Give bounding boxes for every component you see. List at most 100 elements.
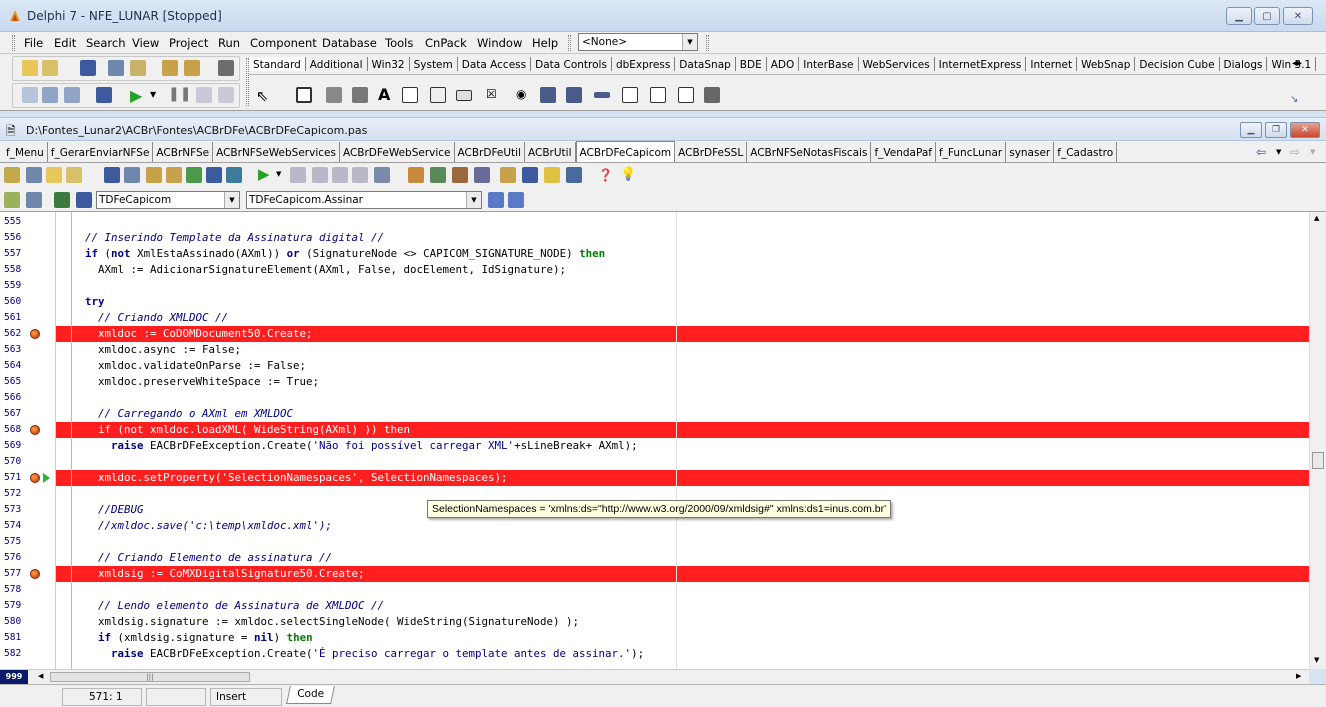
breakpoint-code-line[interactable]: xmldoc.setProperty('SelectionNamespaces'… <box>56 470 1309 486</box>
radio-button-icon[interactable]: ◉ <box>516 87 526 101</box>
palette-tab-dialogs[interactable]: Dialogs <box>1220 57 1268 71</box>
pointer-icon[interactable]: ⇖ <box>256 87 269 105</box>
tool-icon[interactable] <box>290 167 306 183</box>
code-line[interactable] <box>56 278 1309 294</box>
button-icon[interactable] <box>456 90 472 101</box>
menu-file[interactable]: File <box>24 36 43 50</box>
palette-tab-win32[interactable]: Win32 <box>368 57 410 71</box>
breakpoint-code-line[interactable]: xmldsig := CoMXDigitalSignature50.Create… <box>56 566 1309 582</box>
new-items-icon[interactable] <box>22 60 38 76</box>
label-icon[interactable]: A <box>378 85 390 104</box>
code-line[interactable] <box>56 214 1309 230</box>
menu-search[interactable]: Search <box>86 36 126 50</box>
palette-tab-internet[interactable]: Internet <box>1026 57 1078 71</box>
actionlist-icon[interactable] <box>704 87 720 103</box>
save-all-icon[interactable] <box>124 167 140 183</box>
code-line[interactable]: xmldsig.signature := xmldoc.selectSingle… <box>56 614 1309 630</box>
palette-tab-interbase[interactable]: InterBase <box>799 57 859 71</box>
tip-bulb-icon[interactable]: 💡 <box>620 167 636 182</box>
run-icon[interactable]: ▶ <box>258 165 270 183</box>
method-combo[interactable]: TDFeCapicom.Assinar ▼ <box>246 191 482 209</box>
palette-tab-dbexpress[interactable]: dbExpress <box>612 57 676 71</box>
tool-icon[interactable] <box>452 167 468 183</box>
back-arrow-icon[interactable]: ⇦ <box>1256 145 1266 159</box>
unit-tab[interactable]: ACBrUtil <box>525 142 576 162</box>
class-combo[interactable]: TDFeCapicom ▼ <box>96 191 240 209</box>
menu-project[interactable]: Project <box>169 36 208 50</box>
interface-icon[interactable] <box>54 192 70 208</box>
save-all-icon[interactable] <box>108 60 124 76</box>
palette-tab-datasnap[interactable]: DataSnap <box>675 57 736 71</box>
code-line[interactable]: // Lendo elemento de Assinatura de XMLDO… <box>56 598 1309 614</box>
tool-icon[interactable] <box>146 167 162 183</box>
code-line[interactable]: xmldoc.preserveWhiteSpace := True; <box>56 374 1309 390</box>
breakpoint-code-line[interactable]: if (not xmldoc.loadXML( WideString(AXml)… <box>56 422 1309 438</box>
implementation-icon[interactable] <box>76 192 92 208</box>
listbox-icon[interactable] <box>540 87 556 103</box>
menu-tools[interactable]: Tools <box>385 36 413 50</box>
breakpoint-icon[interactable] <box>30 569 40 579</box>
chevron-down-icon[interactable]: ▼ <box>466 192 481 208</box>
save-icon[interactable] <box>104 167 120 183</box>
frames-icon[interactable] <box>296 87 312 103</box>
palette-tab-data-access[interactable]: Data Access <box>458 57 532 71</box>
unit-tab-active[interactable]: ACBrDFeCapicom <box>575 141 676 162</box>
editor-close-button[interactable]: ✕ <box>1290 122 1320 138</box>
menu-help[interactable]: Help <box>532 36 558 50</box>
combobox-icon[interactable] <box>566 87 582 103</box>
editor-minimize-button[interactable]: ▁ <box>1240 122 1262 138</box>
code-line[interactable]: // Inserindo Template da Assinatura digi… <box>56 230 1309 246</box>
view-unit-icon[interactable] <box>22 87 38 103</box>
new-form-icon[interactable] <box>96 87 112 103</box>
code-line[interactable]: try <box>56 294 1309 310</box>
add-file-icon[interactable] <box>162 60 178 76</box>
horizontal-scrollbar[interactable]: 999 ◀ ||| ▶ <box>0 669 1309 684</box>
menu-view[interactable]: View <box>132 36 159 50</box>
code-line[interactable]: xmldoc.validateOnParse := False; <box>56 358 1309 374</box>
menu-window[interactable]: Window <box>477 36 522 50</box>
tool-icon[interactable] <box>500 167 516 183</box>
scrollbar-icon[interactable] <box>594 92 610 98</box>
tool-icon[interactable] <box>26 167 42 183</box>
desktop-config-combo[interactable]: <None> ▼ <box>578 33 698 51</box>
unit-tab[interactable]: f_VendaPaf <box>871 142 936 162</box>
palette-scroll-arrows-icon[interactable]: ◂▸ <box>1292 58 1302 69</box>
tool-icon[interactable] <box>408 167 424 183</box>
tool-icon[interactable] <box>430 167 446 183</box>
run-icon[interactable]: ▶ <box>130 86 142 105</box>
scroll-up-icon[interactable]: ▲ <box>1314 214 1319 222</box>
code-line[interactable]: raise EACBrDFeException.Create('Não foi … <box>56 438 1309 454</box>
palette-tab-decision-cube[interactable]: Decision Cube <box>1135 57 1220 71</box>
code-line[interactable]: AXml := AdicionarSignatureElement(AXml, … <box>56 262 1309 278</box>
tool-icon[interactable] <box>4 192 20 208</box>
tool-icon[interactable] <box>226 167 242 183</box>
tool-icon[interactable] <box>4 167 20 183</box>
chevron-down-icon[interactable]: ▼ <box>1310 148 1315 156</box>
palette-tab-websnap[interactable]: WebSnap <box>1077 57 1136 71</box>
tool-icon[interactable] <box>26 192 42 208</box>
unit-tab[interactable]: ACBrDFeSSL <box>675 142 748 162</box>
tool-icon[interactable] <box>566 167 582 183</box>
scrollbar-thumb[interactable]: ||| <box>50 672 250 682</box>
scroll-right-icon[interactable]: ▶ <box>1296 672 1301 680</box>
unit-tab[interactable]: f_Menu <box>0 142 48 162</box>
unit-tab[interactable]: ACBrNFSeNotasFiscais <box>747 142 872 162</box>
menu-cnpack[interactable]: CnPack <box>425 36 467 50</box>
tool-icon[interactable] <box>522 167 538 183</box>
save-icon[interactable] <box>80 60 96 76</box>
groupbox-icon[interactable] <box>622 87 638 103</box>
close-button[interactable]: ✕ <box>1283 7 1313 25</box>
toggle-form-unit-icon[interactable] <box>64 87 80 103</box>
palette-tab-internetexpress[interactable]: InternetExpress <box>935 57 1027 71</box>
unit-tab[interactable]: synaser <box>1006 142 1055 162</box>
unit-tab[interactable]: ACBrDFeUtil <box>455 142 526 162</box>
code-line[interactable]: // Criando XMLDOC // <box>56 310 1309 326</box>
code-line[interactable]: // Carregando o AXml em XMLDOC <box>56 406 1309 422</box>
menu-run[interactable]: Run <box>218 36 240 50</box>
tab-code[interactable]: Code <box>286 686 335 704</box>
vertical-scrollbar[interactable]: ▲ ▼ <box>1309 212 1326 669</box>
menu-component[interactable]: Component <box>250 36 317 50</box>
tool-icon[interactable] <box>186 167 202 183</box>
editor-restore-button[interactable]: ❐ <box>1265 122 1287 138</box>
code-line[interactable]: raise EACBrDFeException.Create('É precis… <box>56 646 1309 662</box>
